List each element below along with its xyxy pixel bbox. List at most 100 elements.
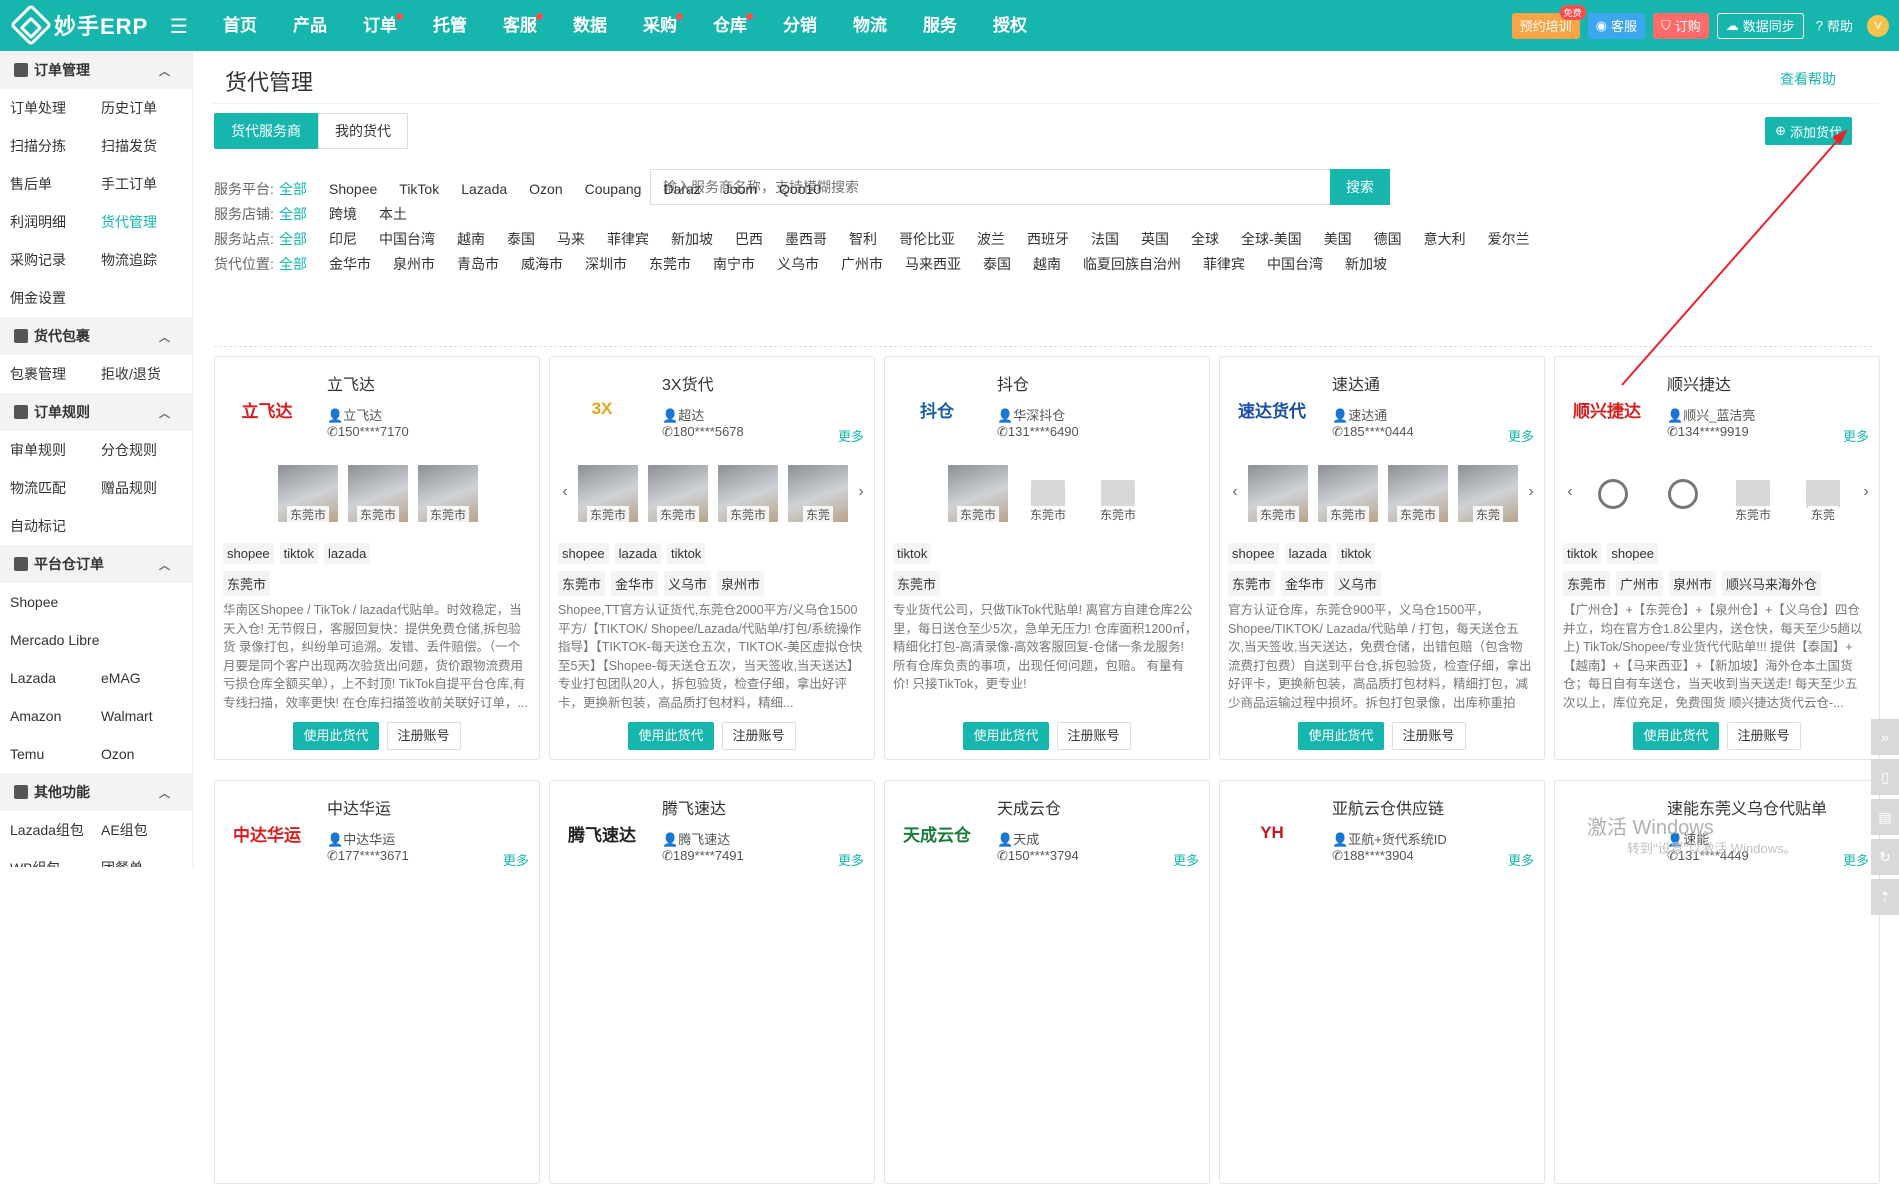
chevron-right-icon[interactable]: › [1528, 483, 1534, 501]
nav-item-6[interactable]: 采购 [625, 0, 695, 51]
filter-option[interactable]: 中国台湾 [379, 229, 435, 249]
sidebar-item[interactable]: 审单规则 [10, 440, 101, 460]
nav-item-10[interactable]: 服务 [905, 0, 975, 51]
view-help-link[interactable]: 查看帮助 [1780, 69, 1836, 89]
more-link[interactable]: 更多 [838, 850, 864, 869]
sidebar-item[interactable]: 赠品规则 [101, 478, 192, 498]
top-icon[interactable]: ⇡ [1871, 879, 1899, 915]
filter-option[interactable]: 墨西哥 [785, 229, 827, 249]
use-forwarder-button[interactable]: 使用此货代 [963, 722, 1049, 750]
nav-item-2[interactable]: 订单 [345, 0, 415, 51]
sidebar-item[interactable]: 物流匹配 [10, 478, 101, 498]
more-link[interactable]: 更多 [1173, 850, 1199, 869]
register-account-button[interactable]: 注册账号 [721, 722, 796, 750]
filter-option[interactable]: 越南 [457, 229, 485, 249]
search-button[interactable]: 搜索 [1330, 169, 1390, 205]
sidebar-group-2[interactable]: 订单规则 ︿ [0, 393, 192, 431]
filter-option[interactable]: 全球-美国 [1241, 229, 1302, 249]
filter-option[interactable]: 跨境 [329, 204, 357, 224]
refresh-icon[interactable]: ↻ [1871, 839, 1899, 875]
filter-option[interactable]: 意大利 [1424, 229, 1466, 249]
register-account-button[interactable]: 注册账号 [1391, 722, 1466, 750]
sidebar-item[interactable]: Amazon [10, 708, 101, 724]
chevron-up-icon[interactable]: ︿ [159, 557, 170, 573]
filter-option[interactable]: 马来 [557, 229, 585, 249]
gallery-photo[interactable]: 东莞市 [348, 465, 408, 523]
filter-option[interactable]: 马来西亚 [905, 254, 961, 274]
filter-option[interactable]: 越南 [1033, 254, 1061, 274]
more-link[interactable]: 更多 [838, 426, 864, 445]
chevron-right-icon[interactable]: › [1863, 483, 1869, 501]
gallery-photo[interactable] [1583, 465, 1643, 523]
filter-option[interactable]: 金华市 [329, 254, 371, 274]
sidebar-item[interactable]: 分仓规则 [101, 440, 192, 460]
sidebar-item[interactable]: 扫描分拣 [10, 136, 101, 156]
filter-option[interactable]: 威海市 [521, 254, 563, 274]
service-button[interactable]: ◉ 客服 [1587, 12, 1645, 39]
filter-option[interactable]: 新加坡 [671, 229, 713, 249]
filter-option[interactable]: 英国 [1141, 229, 1169, 249]
sidebar-group-0[interactable]: 订单管理 ︿ [0, 51, 192, 89]
sidebar-item[interactable]: Lazada [10, 670, 101, 686]
app-logo[interactable]: 妙手ERP [9, 3, 148, 47]
sidebar-item[interactable]: Mercado Libre [10, 632, 101, 648]
sidebar-group-3[interactable]: 平台仓订单 ︿ [0, 545, 192, 583]
gallery-photo[interactable]: 东莞 [1793, 465, 1853, 523]
filter-option[interactable]: 菲律宾 [607, 229, 649, 249]
sidebar-item[interactable]: Ozon [101, 746, 192, 762]
gallery-photo[interactable]: 东莞市 [1088, 465, 1148, 523]
order-button[interactable]: ⛉ 订购 [1652, 12, 1709, 39]
nav-item-1[interactable]: 产品 [275, 0, 345, 51]
filter-option[interactable]: 泉州市 [393, 254, 435, 274]
filter-option[interactable]: Lazada [461, 181, 507, 197]
filter-option[interactable]: 泰国 [983, 254, 1011, 274]
filter-option[interactable]: 法国 [1091, 229, 1119, 249]
filter-option[interactable]: 全部 [279, 179, 307, 199]
chevron-up-icon[interactable]: ︿ [159, 329, 170, 345]
chevron-left-icon[interactable]: ‹ [1567, 483, 1573, 501]
filter-option[interactable]: 深圳市 [585, 254, 627, 274]
training-button[interactable]: 预约培训 免费 [1511, 4, 1586, 39]
help-link[interactable]: ? 帮助 [1816, 16, 1853, 35]
sidebar-item[interactable]: 历史订单 [101, 98, 192, 118]
sidebar-item[interactable]: 包裹管理 [10, 364, 101, 384]
filter-option[interactable]: 全部 [279, 229, 307, 249]
use-forwarder-button[interactable]: 使用此货代 [628, 722, 714, 750]
nav-item-4[interactable]: 客服 [485, 0, 555, 51]
filter-option[interactable]: 德国 [1374, 229, 1402, 249]
gallery-photo[interactable]: 东莞市 [1318, 465, 1378, 523]
register-account-button[interactable]: 注册账号 [386, 722, 461, 750]
sidebar-item[interactable]: 采购记录 [10, 250, 101, 270]
tab-my-forwarders[interactable]: 我的货代 [318, 113, 408, 149]
gallery-photo[interactable]: 东莞 [1458, 465, 1518, 523]
nav-item-11[interactable]: 授权 [975, 0, 1045, 51]
filter-option[interactable]: 全球 [1191, 229, 1219, 249]
filter-option[interactable]: 南宁市 [713, 254, 755, 274]
gallery-photo[interactable]: 东莞市 [648, 465, 708, 523]
filter-option[interactable]: Ozon [529, 181, 562, 197]
register-account-button[interactable]: 注册账号 [1726, 722, 1801, 750]
gallery-photo[interactable]: 东莞市 [1018, 465, 1078, 523]
sidebar-item[interactable]: 自动标记 [10, 516, 101, 536]
chevron-right-icon[interactable]: › [858, 483, 864, 501]
nav-item-8[interactable]: 分销 [765, 0, 835, 51]
sidebar-item[interactable]: 货代管理 [101, 212, 192, 232]
sidebar-item[interactable]: Walmart [101, 708, 192, 724]
sidebar-group-1[interactable]: 货代包裹 ︿ [0, 317, 192, 355]
more-link[interactable]: 更多 [1508, 426, 1534, 445]
sidebar-item[interactable]: eMAG [101, 670, 192, 686]
filter-option[interactable]: 西班牙 [1027, 229, 1069, 249]
filter-option[interactable]: 本土 [379, 204, 407, 224]
gallery-photo[interactable]: 东莞市 [278, 465, 338, 523]
nav-item-5[interactable]: 数据 [555, 0, 625, 51]
chevron-up-icon[interactable]: ︿ [159, 785, 170, 801]
sidebar-item[interactable]: 手工订单 [101, 174, 192, 194]
sync-button[interactable]: ☁ 数据同步 [1716, 12, 1804, 39]
filter-option[interactable]: 广州市 [841, 254, 883, 274]
use-forwarder-button[interactable]: 使用此货代 [1633, 722, 1719, 750]
filter-option[interactable]: 爱尔兰 [1488, 229, 1530, 249]
gallery-photo[interactable]: 东莞市 [1388, 465, 1448, 523]
sidebar-item[interactable]: Temu [10, 746, 101, 762]
nav-item-0[interactable]: 首页 [205, 0, 275, 51]
chevron-up-icon[interactable]: ︿ [159, 63, 170, 79]
